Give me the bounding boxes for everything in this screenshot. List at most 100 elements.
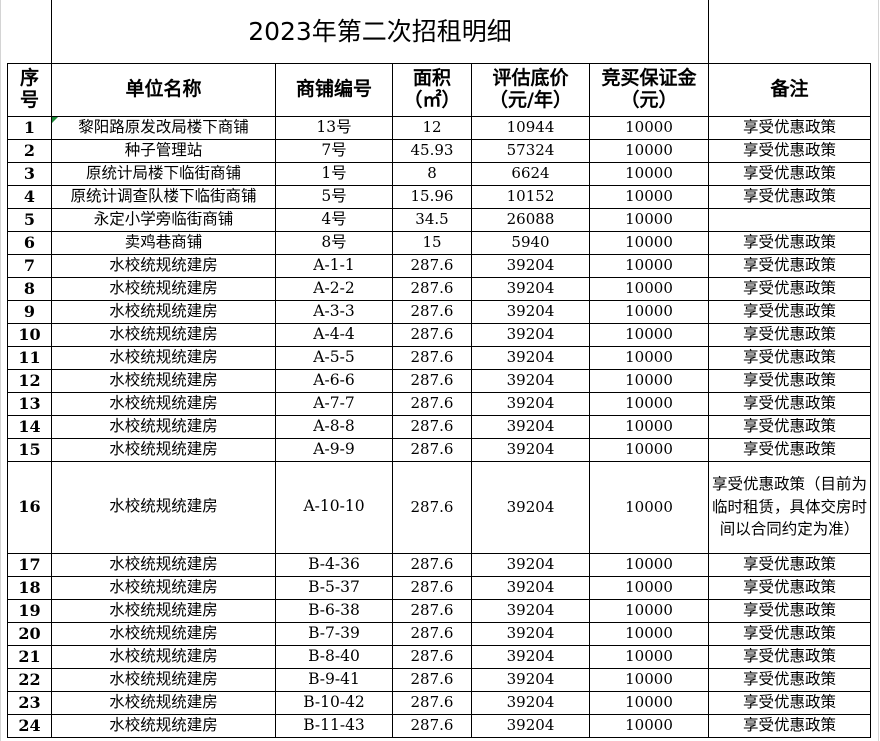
- cell-unit[interactable]: 水校统规统建房: [51, 253, 276, 278]
- cell-deposit[interactable]: 10000: [589, 644, 709, 669]
- cell-seq[interactable]: 20: [7, 621, 52, 646]
- cell-deposit[interactable]: 10000: [589, 713, 709, 738]
- cell-deposit[interactable]: 10000: [589, 161, 709, 186]
- header-area[interactable]: 面积（㎡）: [392, 62, 472, 117]
- cell-shop-no[interactable]: 5号: [275, 184, 393, 209]
- cell-unit[interactable]: 水校统规统建房: [51, 598, 276, 623]
- cell-price[interactable]: 39204: [471, 621, 590, 646]
- cell-area[interactable]: 287.6: [392, 437, 472, 462]
- cell-price[interactable]: 10944: [471, 115, 590, 140]
- cell-deposit[interactable]: 10000: [589, 391, 709, 416]
- cell-seq[interactable]: 16: [7, 460, 52, 554]
- cell-note[interactable]: 享受优惠政策: [708, 322, 871, 347]
- cell-deposit[interactable]: 10000: [589, 207, 709, 232]
- cell-price[interactable]: 39204: [471, 368, 590, 393]
- cell-price[interactable]: 39204: [471, 276, 590, 301]
- cell-area[interactable]: 287.6: [392, 667, 472, 692]
- cell-area[interactable]: 287.6: [392, 276, 472, 301]
- header-seq[interactable]: 序号: [7, 62, 52, 117]
- cell-area[interactable]: 287.6: [392, 299, 472, 324]
- header-price[interactable]: 评估底价（元/年）: [471, 62, 590, 117]
- cell-seq[interactable]: 6: [7, 230, 52, 255]
- cell-area[interactable]: 287.6: [392, 391, 472, 416]
- cell-area[interactable]: 287.6: [392, 414, 472, 439]
- cell-area[interactable]: 287.6: [392, 598, 472, 623]
- cell-unit[interactable]: 水校统规统建房: [51, 276, 276, 301]
- cell-price[interactable]: 26088: [471, 207, 590, 232]
- cell-unit[interactable]: 水校统规统建房: [51, 368, 276, 393]
- cell-shop-no[interactable]: B-6-38: [275, 598, 393, 623]
- cell-unit[interactable]: 水校统规统建房: [51, 391, 276, 416]
- cell-seq[interactable]: 14: [7, 414, 52, 439]
- cell-seq[interactable]: 23: [7, 690, 52, 715]
- cell-price[interactable]: 39204: [471, 713, 590, 738]
- table-title[interactable]: 2023年第二次招租明细: [51, 0, 709, 64]
- cell-deposit[interactable]: 10000: [589, 115, 709, 140]
- cell-price[interactable]: 39204: [471, 690, 590, 715]
- cell-note[interactable]: 享受优惠政策: [708, 437, 871, 462]
- cell-price[interactable]: 39204: [471, 322, 590, 347]
- cell-deposit[interactable]: 10000: [589, 690, 709, 715]
- cell-seq[interactable]: 22: [7, 667, 52, 692]
- cell-deposit[interactable]: 10000: [589, 460, 709, 554]
- cell-note[interactable]: 享受优惠政策: [708, 713, 871, 738]
- cell-shop-no[interactable]: A-3-3: [275, 299, 393, 324]
- cell-shop-no[interactable]: B-5-37: [275, 575, 393, 600]
- cell-shop-no[interactable]: B-10-42: [275, 690, 393, 715]
- cell-note[interactable]: 享受优惠政策: [708, 575, 871, 600]
- cell-unit[interactable]: 水校统规统建房: [51, 667, 276, 692]
- cell-shop-no[interactable]: 8号: [275, 230, 393, 255]
- cell-area[interactable]: 12: [392, 115, 472, 140]
- cell-deposit[interactable]: 10000: [589, 368, 709, 393]
- cell-deposit[interactable]: 10000: [589, 575, 709, 600]
- cell-note[interactable]: 享受优惠政策: [708, 414, 871, 439]
- cell-deposit[interactable]: 10000: [589, 621, 709, 646]
- cell-unit[interactable]: 原统计局楼下临街商铺: [51, 161, 276, 186]
- cell-shop-no[interactable]: B-11-43: [275, 713, 393, 738]
- cell-shop-no[interactable]: B-8-40: [275, 644, 393, 669]
- cell-price[interactable]: 39204: [471, 667, 590, 692]
- cell-note[interactable]: 享受优惠政策: [708, 276, 871, 301]
- cell-area[interactable]: 15.96: [392, 184, 472, 209]
- cell-price[interactable]: 39204: [471, 391, 590, 416]
- cell-price[interactable]: 39204: [471, 299, 590, 324]
- cell-seq[interactable]: 10: [7, 322, 52, 347]
- cell-note[interactable]: 享受优惠政策: [708, 621, 871, 646]
- header-unit[interactable]: 单位名称: [51, 62, 276, 117]
- cell-seq[interactable]: 15: [7, 437, 52, 462]
- cell-unit[interactable]: 水校统规统建房: [51, 437, 276, 462]
- cell-shop-no[interactable]: 1号: [275, 161, 393, 186]
- cell-deposit[interactable]: 10000: [589, 437, 709, 462]
- cell-unit[interactable]: 水校统规统建房: [51, 345, 276, 370]
- cell-seq[interactable]: 4: [7, 184, 52, 209]
- cell-shop-no[interactable]: A-9-9: [275, 437, 393, 462]
- cell-area[interactable]: 287.6: [392, 345, 472, 370]
- cell-note[interactable]: 享受优惠政策: [708, 115, 871, 140]
- cell-area[interactable]: 34.5: [392, 207, 472, 232]
- cell-area[interactable]: 15: [392, 230, 472, 255]
- cell-shop-no[interactable]: A-8-8: [275, 414, 393, 439]
- cell-deposit[interactable]: 10000: [589, 138, 709, 163]
- cell-note[interactable]: 享受优惠政策: [708, 391, 871, 416]
- cell-price[interactable]: 10152: [471, 184, 590, 209]
- cell-area[interactable]: 287.6: [392, 713, 472, 738]
- cell-unit[interactable]: 种子管理站: [51, 138, 276, 163]
- cell-note[interactable]: 享受优惠政策: [708, 368, 871, 393]
- cell-shop-no[interactable]: 4号: [275, 207, 393, 232]
- cell-shop-no[interactable]: A-10-10: [275, 460, 393, 554]
- cell-seq[interactable]: 8: [7, 276, 52, 301]
- cell-unit[interactable]: 水校统规统建房: [51, 690, 276, 715]
- cell-note[interactable]: 享受优惠政策: [708, 345, 871, 370]
- header-note[interactable]: 备注: [708, 62, 871, 117]
- cell-deposit[interactable]: 10000: [589, 345, 709, 370]
- cell-price[interactable]: 39204: [471, 598, 590, 623]
- cell-note[interactable]: 享受优惠政策（目前为临时租赁，具体交房时间以合同约定为准）: [708, 460, 871, 554]
- cell-seq[interactable]: 13: [7, 391, 52, 416]
- cell-unit[interactable]: 水校统规统建房: [51, 322, 276, 347]
- cell-price[interactable]: 39204: [471, 644, 590, 669]
- cell-area[interactable]: 287.6: [392, 368, 472, 393]
- cell-seq[interactable]: 3: [7, 161, 52, 186]
- cell-shop-no[interactable]: A-4-4: [275, 322, 393, 347]
- cell-area[interactable]: 287.6: [392, 552, 472, 577]
- cell-unit[interactable]: 水校统规统建房: [51, 713, 276, 738]
